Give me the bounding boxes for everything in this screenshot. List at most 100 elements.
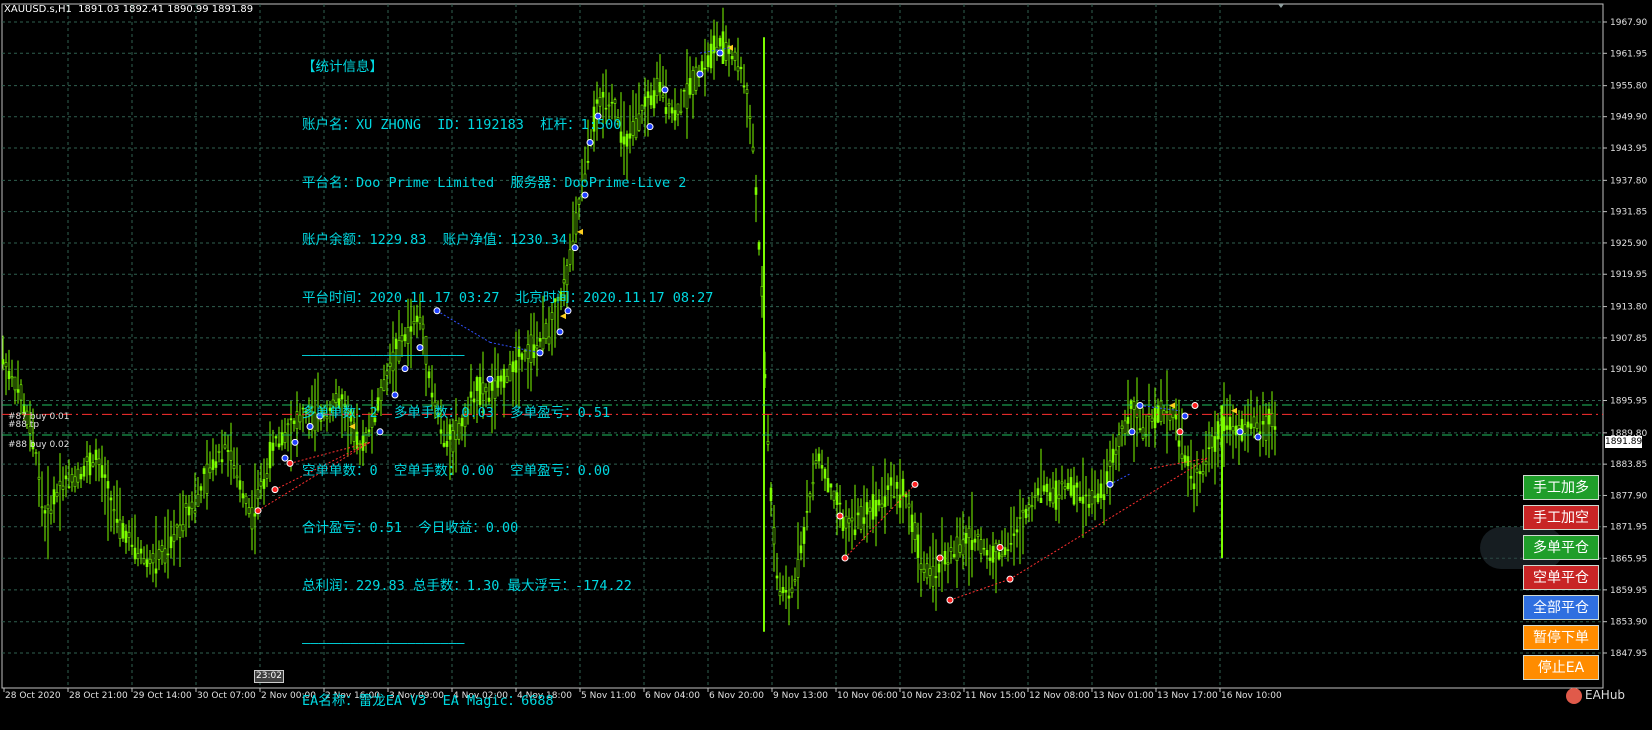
candle-body xyxy=(286,423,290,426)
candle-body xyxy=(1099,483,1103,499)
candle-body xyxy=(919,563,923,570)
candle-body xyxy=(1165,411,1169,413)
candle-body xyxy=(1081,496,1085,504)
candle-body xyxy=(754,187,758,195)
price-chart[interactable]: 1967.90 1961.95 1955.80 1949.90 1943.95 1937.… xyxy=(0,0,1652,711)
price-label: 1937.80 xyxy=(1610,176,1647,186)
current-price-marker: 1891.89 xyxy=(1605,436,1643,448)
candle-body xyxy=(1090,490,1094,505)
candle-body xyxy=(910,514,914,533)
manual-add-short-button[interactable]: 手工加空 xyxy=(1523,505,1599,530)
stats-balance: 账户余额：1229.83 账户净值：1230.34 xyxy=(302,232,568,249)
trade-connector xyxy=(1009,457,1209,580)
candle-body xyxy=(874,500,878,517)
pause-orders-button[interactable]: 暂停下单 xyxy=(1523,625,1599,650)
candle-body xyxy=(226,450,230,452)
candle-body xyxy=(121,523,125,539)
candle-body xyxy=(901,478,905,497)
candle-body xyxy=(808,493,812,498)
candle-body xyxy=(793,579,797,582)
candle-body xyxy=(1048,492,1052,502)
candle-body xyxy=(1120,425,1124,429)
candle-body xyxy=(928,568,932,576)
candle-body xyxy=(85,456,89,462)
candle-body xyxy=(925,563,929,579)
candle-body xyxy=(1075,482,1079,488)
candle-body xyxy=(1000,554,1004,558)
candle-body xyxy=(1177,440,1181,447)
candle-body xyxy=(73,476,77,488)
candle-body xyxy=(1189,475,1193,479)
close-all-button[interactable]: 全部平仓 xyxy=(1523,595,1599,620)
candle-body xyxy=(232,465,236,470)
buy-marker xyxy=(1128,428,1136,436)
candle-body xyxy=(1153,407,1157,429)
candle-body xyxy=(856,512,860,516)
candle-body xyxy=(1258,431,1262,435)
candle-body xyxy=(10,376,14,379)
candle-body xyxy=(859,506,863,530)
candle-body xyxy=(130,544,134,547)
candle-body xyxy=(277,443,281,448)
candle-body xyxy=(52,489,56,505)
price-label: 1901.90 xyxy=(1610,365,1647,375)
candle-body xyxy=(88,452,92,476)
sell-marker xyxy=(836,512,844,520)
manual-add-long-button[interactable]: 手工加多 xyxy=(1523,475,1599,500)
candle-body xyxy=(1201,471,1205,475)
candle-body xyxy=(931,565,935,587)
candle-body xyxy=(916,534,920,558)
candle-body xyxy=(1159,400,1163,422)
candle-body xyxy=(1210,435,1214,448)
price-label: 1853.90 xyxy=(1610,618,1647,628)
buy-marker xyxy=(1236,428,1244,436)
candle-body xyxy=(1063,486,1067,490)
candle-body xyxy=(1072,485,1076,505)
candle-body xyxy=(1267,408,1271,425)
candle-body xyxy=(760,286,764,297)
close-short-button[interactable]: 空单平仓 xyxy=(1523,565,1599,590)
order-label-88-buy[interactable]: #88 buy 0.02 xyxy=(8,440,70,450)
candle-body xyxy=(805,511,809,513)
candle-body xyxy=(1018,517,1022,519)
candle-body xyxy=(898,494,902,508)
candle-body xyxy=(1117,434,1121,447)
candle-body xyxy=(913,522,917,541)
candle-body xyxy=(781,587,785,594)
stats-profit: 总利润：229.83 总手数：1.30 最大浮亏：-174.22 xyxy=(302,577,632,594)
candle-body xyxy=(1180,453,1184,459)
candle-body xyxy=(160,545,164,552)
candle-body xyxy=(892,496,896,499)
candle-body xyxy=(964,532,968,544)
stats-ea: EA名称：雷龙EA V3 EA Magic：6688 xyxy=(302,692,554,709)
candle-body xyxy=(1150,417,1154,422)
time-label: 13 Nov 17:00 xyxy=(1157,691,1218,701)
candle-body xyxy=(1264,415,1268,441)
candle-body xyxy=(802,526,806,544)
close-long-button[interactable]: 多单平仓 xyxy=(1523,535,1599,560)
stop-ea-button[interactable]: 停止EA xyxy=(1523,655,1599,680)
candle-body xyxy=(196,493,200,507)
candle-body xyxy=(724,42,728,61)
order-label-88-tp[interactable]: #88 tp xyxy=(8,420,39,430)
candle-body xyxy=(55,492,59,497)
candle-body xyxy=(103,474,107,478)
candle-body xyxy=(106,481,110,489)
candle-body xyxy=(40,506,44,509)
candle-body xyxy=(148,558,152,564)
candle-body xyxy=(199,486,203,491)
chart-canvas[interactable]: 1967.90 1961.95 1955.80 1949.90 1943.95 1937.… xyxy=(0,0,1652,711)
candle-body xyxy=(1255,422,1259,429)
time-label: 28 Oct 21:00 xyxy=(69,691,128,701)
time-label: 9 Nov 13:00 xyxy=(773,691,828,701)
candle-body xyxy=(271,442,275,451)
candle-body xyxy=(733,51,737,61)
candle-body xyxy=(988,557,992,561)
candle-body xyxy=(1252,416,1256,428)
candle-body xyxy=(1102,494,1106,501)
candle-body xyxy=(1060,481,1064,485)
candle-body xyxy=(1057,494,1061,499)
candle-body xyxy=(736,66,740,72)
candle-body xyxy=(1054,480,1058,510)
candle-body xyxy=(214,461,218,468)
